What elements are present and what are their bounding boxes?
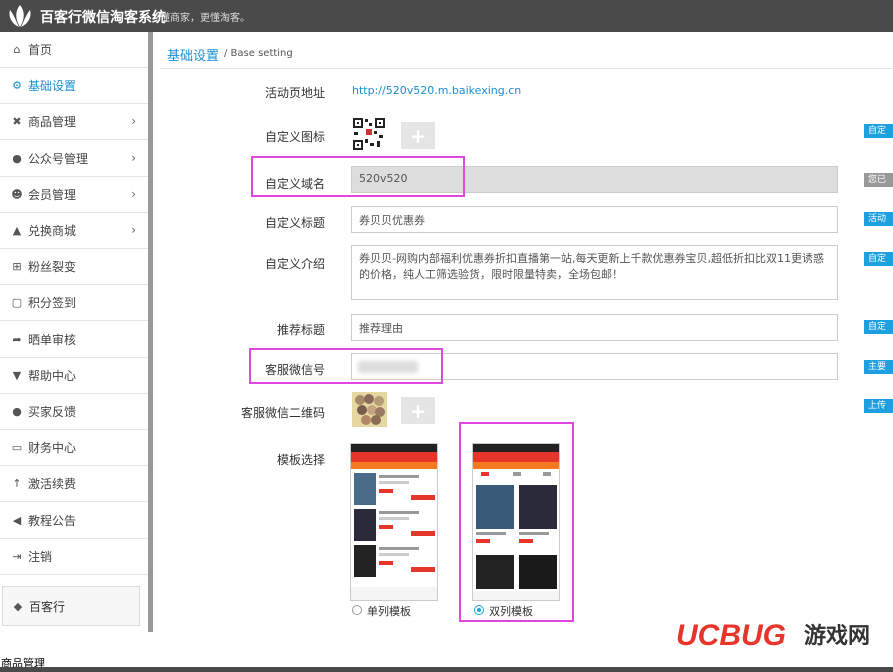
arrow-up-icon: ↑ [12,477,22,491]
sidebar-item-3[interactable]: ● 公众号管理 › [0,141,148,177]
sidebar-item-label: 商品管理 [28,115,77,130]
sidebar-item-13[interactable]: ◀ 教程公告 [0,503,148,539]
comments-icon: ● [12,405,22,418]
single-column-radio-label: 单列模板 [367,605,411,618]
single-column-template-preview[interactable] [350,443,438,601]
sidebar-item-label: 晒单审核 [28,332,77,347]
wechat-hint-tag: 主要 [864,360,893,374]
sidebar-item-label: 会员管理 [28,187,77,202]
share-icon: ➦ [12,332,22,346]
wechat-qr-image [352,392,387,427]
sidebar-item-label: 注销 [28,549,53,564]
activity-url-label: 活动页地址 [264,86,325,100]
tag-icon: ◆ [13,599,23,613]
users-icon: ☻ [11,187,23,201]
custom-icon-qr-image [352,117,386,151]
chevron-right-icon: › [131,150,136,165]
upload-icon-button[interactable]: + [401,122,435,149]
sidebar-item-10[interactable]: ● 买家反馈 [0,394,148,430]
recommend-title-label: 推荐标题 [276,323,325,337]
single-column-products-image [351,473,437,600]
sidebar-item-0[interactable]: ⌂ 首页 [0,32,148,68]
breadcrumb-divider [160,68,893,69]
svg-text:UCBUG: UCBUG [676,619,786,652]
custom-title-input[interactable]: 券贝贝优惠券 [351,206,838,233]
bullhorn-icon: ◀ [12,513,22,527]
template-select-label: 模板选择 [276,453,325,467]
app-slogan: 懂商家，更懂淘客。 [160,13,250,24]
title-hint-tag: 活动 [864,212,893,226]
recommend-title-input[interactable]: 推荐理由 [351,314,838,341]
domain-highlight-box [251,156,465,197]
custom-title-label: 自定义标题 [264,216,325,230]
chevron-right-icon: › [131,114,136,129]
activity-url-link[interactable]: http://520v520.m.baikexing.cn [352,84,521,97]
sitemap-icon: ⊞ [12,260,22,274]
sidebar-item-14[interactable]: ⇥ 注销 [0,539,148,575]
wechat-highlight-box [249,348,443,384]
sidebar-item-9[interactable]: ▼ 帮助中心 [0,358,148,394]
sidebar-footer-brand[interactable]: ◆ 百客行 [2,586,140,626]
breadcrumb-subtitle: / Base setting [224,48,293,59]
custom-icon-label: 自定义图标 [264,130,325,144]
gear-icon: ⚙ [12,79,22,93]
sidebar-item-label: 财务中心 [28,441,77,456]
sidebar-item-label: 首页 [28,43,53,57]
domain-hint-tag: 您已 [864,173,893,187]
credit-card-icon: ▭ [11,441,23,455]
shop-icon: ▲ [12,224,22,237]
cross-icon: ✖ [12,115,22,129]
recommend-hint-tag: 自定 [864,320,893,334]
sidebar-item-2[interactable]: ✖ 商品管理 › [0,104,148,141]
sidebar-item-label: 帮助中心 [28,368,77,383]
svg-text:游戏网: 游戏网 [804,623,870,649]
sidebar-scrollbar[interactable] [148,32,153,632]
sidebar-item-4[interactable]: ☻ 会员管理 › [0,177,148,213]
sidebar-item-1[interactable]: ⚙ 基础设置 [0,68,148,105]
graduation-cap-icon: ▼ [12,368,22,382]
sidebar: ⌂ 首页 ⚙ 基础设置 ✖ 商品管理 › ● 公众号管理 › ☻ 会员管理 › ▲ 兑换商城 › ⊞ 粉丝裂变 ▢ 积… [0,32,150,632]
sidebar-item-label: 兑换商城 [28,224,77,238]
home-icon: ⌂ [13,43,21,56]
sidebar-item-label: 粉丝裂变 [28,260,77,275]
sidebar-item-label: 教程公告 [28,513,77,528]
qr-hint-tag: 上传 [864,399,893,413]
page-title: 基础设置 [167,49,220,64]
wechat-qr-label: 客服微信二维码 [240,406,325,420]
sidebar-item-7[interactable]: ▢ 积分签到 [0,285,148,322]
sidebar-item-6[interactable]: ⊞ 粉丝裂变 [0,249,148,286]
app-title: 百客行微信淘客系统 [40,10,166,26]
single-column-radio[interactable] [352,605,362,615]
sidebar-item-label: 激活续费 [28,477,77,492]
sidebar-item-12[interactable]: ↑ 激活续费 [0,466,148,503]
double-template-highlight-box [459,422,574,622]
icon-hint-tag: 自定 [864,124,893,138]
lotus-logo-icon [9,5,31,27]
sidebar-item-label: 买家反馈 [28,405,77,419]
sidebar-item-11[interactable]: ▭ 财务中心 [0,430,148,467]
wechat-icon: ● [12,151,22,165]
custom-intro-textarea[interactable]: 券贝贝-网购内部福利优惠券折扣直播第一站,每天更新上千款优惠券宝贝,超低折扣比双… [351,245,838,300]
sidebar-item-label: 公众号管理 [28,151,89,166]
sidebar-item-5[interactable]: ▲ 兑换商城 › [0,213,148,249]
chevron-right-icon: › [131,186,136,201]
sidebar-footer-label: 百客行 [29,599,66,614]
chevron-right-icon: › [131,223,136,237]
sidebar-item-8[interactable]: ➦ 晒单审核 [0,322,148,358]
sidebar-item-label: 积分签到 [28,296,77,311]
sidebar-item-label: 基础设置 [28,79,77,94]
sign-out-icon: ⇥ [12,549,22,563]
bottom-bar [0,667,893,672]
custom-intro-label: 自定义介绍 [264,257,325,271]
calendar-icon: ▢ [11,296,23,310]
upload-qr-button[interactable]: + [401,397,435,424]
intro-hint-tag: 自定 [864,252,893,266]
